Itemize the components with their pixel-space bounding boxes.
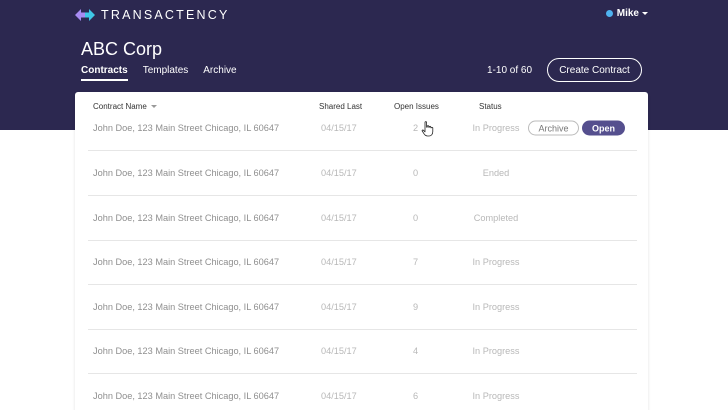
contract-name: John Doe, 123 Main Street Chicago, IL 60… [93, 257, 280, 267]
tab-archive[interactable]: Archive [203, 65, 236, 80]
chevron-down-icon [642, 12, 648, 15]
status-text: Completed [473, 213, 519, 223]
open-issues-count: 9 [413, 302, 419, 312]
status-text: In Progress [472, 123, 520, 133]
brand-logo[interactable]: TRANSACTENCY [75, 7, 230, 23]
contract-name: John Doe, 123 Main Street Chicago, IL 60… [93, 168, 280, 178]
contract-name: John Doe, 123 Main Street Chicago, IL 60… [93, 123, 280, 133]
shared-date: 04/15/17 [321, 168, 357, 178]
open-button[interactable]: Open [582, 120, 625, 136]
user-name: Mike [616, 8, 639, 19]
table-row[interactable]: John Doe, 123 Main Street Chicago, IL 60… [88, 196, 637, 241]
pagination-count: 1-10 of 60 [487, 65, 533, 76]
create-contract-button[interactable]: Create Contract [547, 58, 642, 82]
table-row[interactable]: John Doe, 123 Main Street Chicago, IL 60… [88, 151, 637, 196]
open-issues-count: 4 [413, 346, 419, 356]
shared-date: 04/15/17 [321, 346, 357, 356]
table-row[interactable]: John Doe, 123 Main Street Chicago, IL 60… [88, 240, 637, 285]
status-text: In Progress [472, 346, 520, 356]
online-status-icon [605, 10, 613, 17]
table-row[interactable]: John Doe, 123 Main Street Chicago, IL 60… [88, 106, 637, 151]
double-arrow-logo-icon [75, 9, 95, 21]
contract-name: John Doe, 123 Main Street Chicago, IL 60… [93, 302, 280, 312]
open-issues-count: 0 [413, 213, 419, 223]
contracts-table: Contract Name Shared Last Open Issues St… [75, 92, 648, 410]
status-text: In Progress [472, 391, 520, 401]
user-menu[interactable]: Mike [605, 8, 648, 19]
shared-date: 04/15/17 [321, 391, 357, 401]
shared-date: 04/15/17 [321, 302, 357, 312]
contract-name: John Doe, 123 Main Street Chicago, IL 60… [93, 213, 280, 223]
status-text: In Progress [472, 302, 520, 312]
open-issues-count: 6 [413, 391, 419, 401]
tab-templates[interactable]: Templates [143, 65, 189, 80]
page-title: ABC Corp [81, 39, 163, 59]
brand-name: TRANSACTENCY [101, 8, 230, 22]
archive-button[interactable]: Archive [528, 120, 579, 136]
shared-date: 04/15/17 [321, 257, 357, 267]
hand-pointer-cursor-icon [421, 121, 434, 137]
shared-date: 04/15/17 [321, 123, 357, 133]
table-row[interactable]: John Doe, 123 Main Street Chicago, IL 60… [88, 285, 637, 330]
table-row[interactable]: John Doe, 123 Main Street Chicago, IL 60… [88, 329, 637, 374]
row-actions: Archive Open [528, 120, 625, 136]
table-row[interactable]: John Doe, 123 Main Street Chicago, IL 60… [88, 374, 637, 410]
contract-name: John Doe, 123 Main Street Chicago, IL 60… [93, 346, 280, 356]
open-issues-count: 7 [413, 257, 419, 267]
status-text: In Progress [472, 257, 520, 267]
contract-name: John Doe, 123 Main Street Chicago, IL 60… [93, 391, 280, 401]
tab-contracts[interactable]: Contracts [81, 65, 128, 81]
tab-bar: Contracts Templates Archive [81, 65, 252, 81]
status-text: Ended [482, 168, 510, 178]
shared-date: 04/15/17 [321, 213, 357, 223]
open-issues-count: 2 [413, 123, 419, 133]
open-issues-count: 0 [413, 168, 419, 178]
